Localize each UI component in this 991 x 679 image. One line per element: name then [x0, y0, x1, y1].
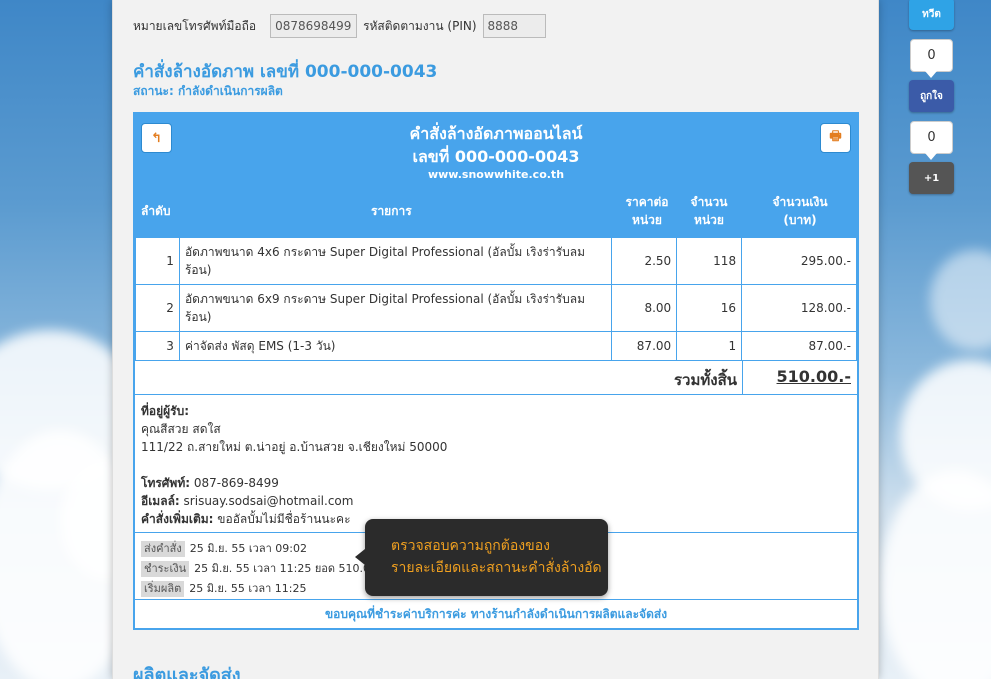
row-no: 1	[135, 237, 180, 285]
row-desc: อัดภาพขนาด 4x6 กระดาษ Super Digital Prof…	[178, 237, 613, 285]
row-amount: 128.00.-	[741, 284, 857, 332]
phone-info-label: โทรศัพท์:	[141, 476, 191, 490]
box-order-number: เลขที่ 000-000-0043	[412, 147, 580, 166]
column-headers: ลำดับ รายการ ราคาต่อ หน่วย จำนวน หน่วย จ…	[135, 185, 857, 237]
order-status: สถานะ: กำลังดำเนินการผลิต	[133, 84, 283, 98]
recipient-name: คุณสีสวย สดใส	[141, 422, 221, 436]
col-item: รายการ	[371, 204, 412, 218]
timeline-tag: ส่งคำสั่ง	[141, 541, 185, 557]
note-info: ขออัลบั้มไม่มีชื่อร้านนะคะ	[213, 512, 351, 526]
note-label: คำสั่งเพิ่มเติม:	[141, 512, 214, 526]
order-box-header: ↰ คำสั่งล้างอัดภาพออนไลน์ เลขที่ 000-000…	[135, 114, 857, 185]
row-desc: อัดภาพขนาด 6x9 กระดาษ Super Digital Prof…	[178, 284, 613, 332]
phone-input[interactable]	[270, 14, 358, 38]
printer-icon: 🖶	[829, 129, 842, 144]
row-price: 87.00	[611, 331, 678, 361]
timeline-tag: ชำระเงิน	[141, 561, 190, 577]
email-label: อีเมลล์:	[141, 494, 180, 508]
row-amount: 295.00.-	[741, 237, 857, 285]
plus-count: 0	[910, 121, 953, 160]
items-table: 1 อัดภาพขนาด 4x6 กระดาษ Super Digital Pr…	[135, 237, 857, 361]
print-button[interactable]: 🖶	[820, 123, 851, 153]
tooltip-line-2: รายละเอียดและสถานะคำสั่งล้างอัด	[391, 560, 602, 576]
lookup-form: หมายเลขโทรศัพท์มือถือ รหัสติดตามงาน (PIN…	[133, 14, 546, 38]
section-title-production: ผลิตและจัดส่ง	[133, 665, 241, 679]
col-unit-price: ราคาต่อ หน่วย	[625, 195, 669, 227]
pin-input[interactable]	[482, 14, 546, 38]
total-label: รวมทั้งสิ้น	[674, 371, 737, 389]
address-line: 111/22 ถ.สายใหม่ ต.น่าอยู่ อ.บ้านสวย จ.เ…	[141, 440, 448, 454]
row-amount: 87.00.-	[741, 331, 857, 361]
phone-label: หมายเลขโทรศัพท์มือถือ	[133, 18, 257, 33]
row-price: 8.00	[611, 284, 678, 332]
thanks-message: ขอบคุณที่ชำระค่าบริการค่ะ ทางร้านกำลังดำ…	[324, 607, 668, 621]
address-label: ที่อยู่ผู้รับ:	[141, 404, 190, 418]
col-no: ลำดับ	[141, 204, 171, 218]
row-qty: 16	[676, 284, 743, 332]
col-qty: จำนวน หน่วย	[690, 195, 728, 227]
row-qty: 118	[676, 237, 743, 285]
row-desc: ค่าจัดส่ง พัสดุ EMS (1-3 วัน)	[178, 331, 613, 361]
timeline-tag: เริ่มผลิต	[141, 581, 185, 597]
table-row: 1 อัดภาพขนาด 4x6 กระดาษ Super Digital Pr…	[135, 237, 857, 285]
row-qty: 1	[676, 331, 743, 361]
box-site-url: www.snowwhite.co.th	[427, 168, 565, 181]
shipping-address: ที่อยู่ผู้รับ: คุณสีสวย สดใส 111/22 ถ.สา…	[135, 395, 857, 533]
table-row: 3 ค่าจัดส่ง พัสดุ EMS (1-3 วัน) 87.00 1 …	[135, 331, 857, 361]
row-no: 3	[135, 331, 180, 361]
plus-one-button[interactable]: +1	[909, 162, 954, 194]
tooltip: ตรวจสอบความถูกต้องของ รายละเอียดและสถานะ…	[355, 519, 608, 596]
tooltip-line-1: ตรวจสอบความถูกต้องของ	[391, 538, 550, 554]
timeline-text: 25 มิ.ย. 55 เวลา 09:02	[189, 542, 307, 555]
pin-label: รหัสติดตามงาน (PIN)	[363, 18, 477, 33]
total-value: 510.00.-	[776, 367, 851, 386]
table-row: 2 อัดภาพขนาด 6x9 กระดาษ Super Digital Pr…	[135, 284, 857, 332]
box-heading: คำสั่งล้างอัดภาพออนไลน์	[409, 124, 583, 143]
col-amount: จำนวนเงิน (บาท)	[772, 195, 828, 227]
row-no: 2	[135, 284, 180, 332]
email-info: srisuay.sodsai@hotmail.com	[179, 494, 354, 508]
order-title: คำสั่งล้างอัดภาพ เลขที่ 000-000-0043	[133, 62, 438, 82]
phone-info: 087-869-8499	[190, 476, 279, 490]
total-row: รวมทั้งสิ้น 510.00.-	[135, 361, 857, 395]
like-count: 0	[910, 39, 953, 78]
like-button[interactable]: ถูกใจ	[909, 80, 954, 112]
row-price: 2.50	[611, 237, 678, 285]
timeline-text: 25 มิ.ย. 55 เวลา 11:25	[189, 582, 307, 595]
tweet-button[interactable]: ทวีต	[909, 0, 954, 30]
